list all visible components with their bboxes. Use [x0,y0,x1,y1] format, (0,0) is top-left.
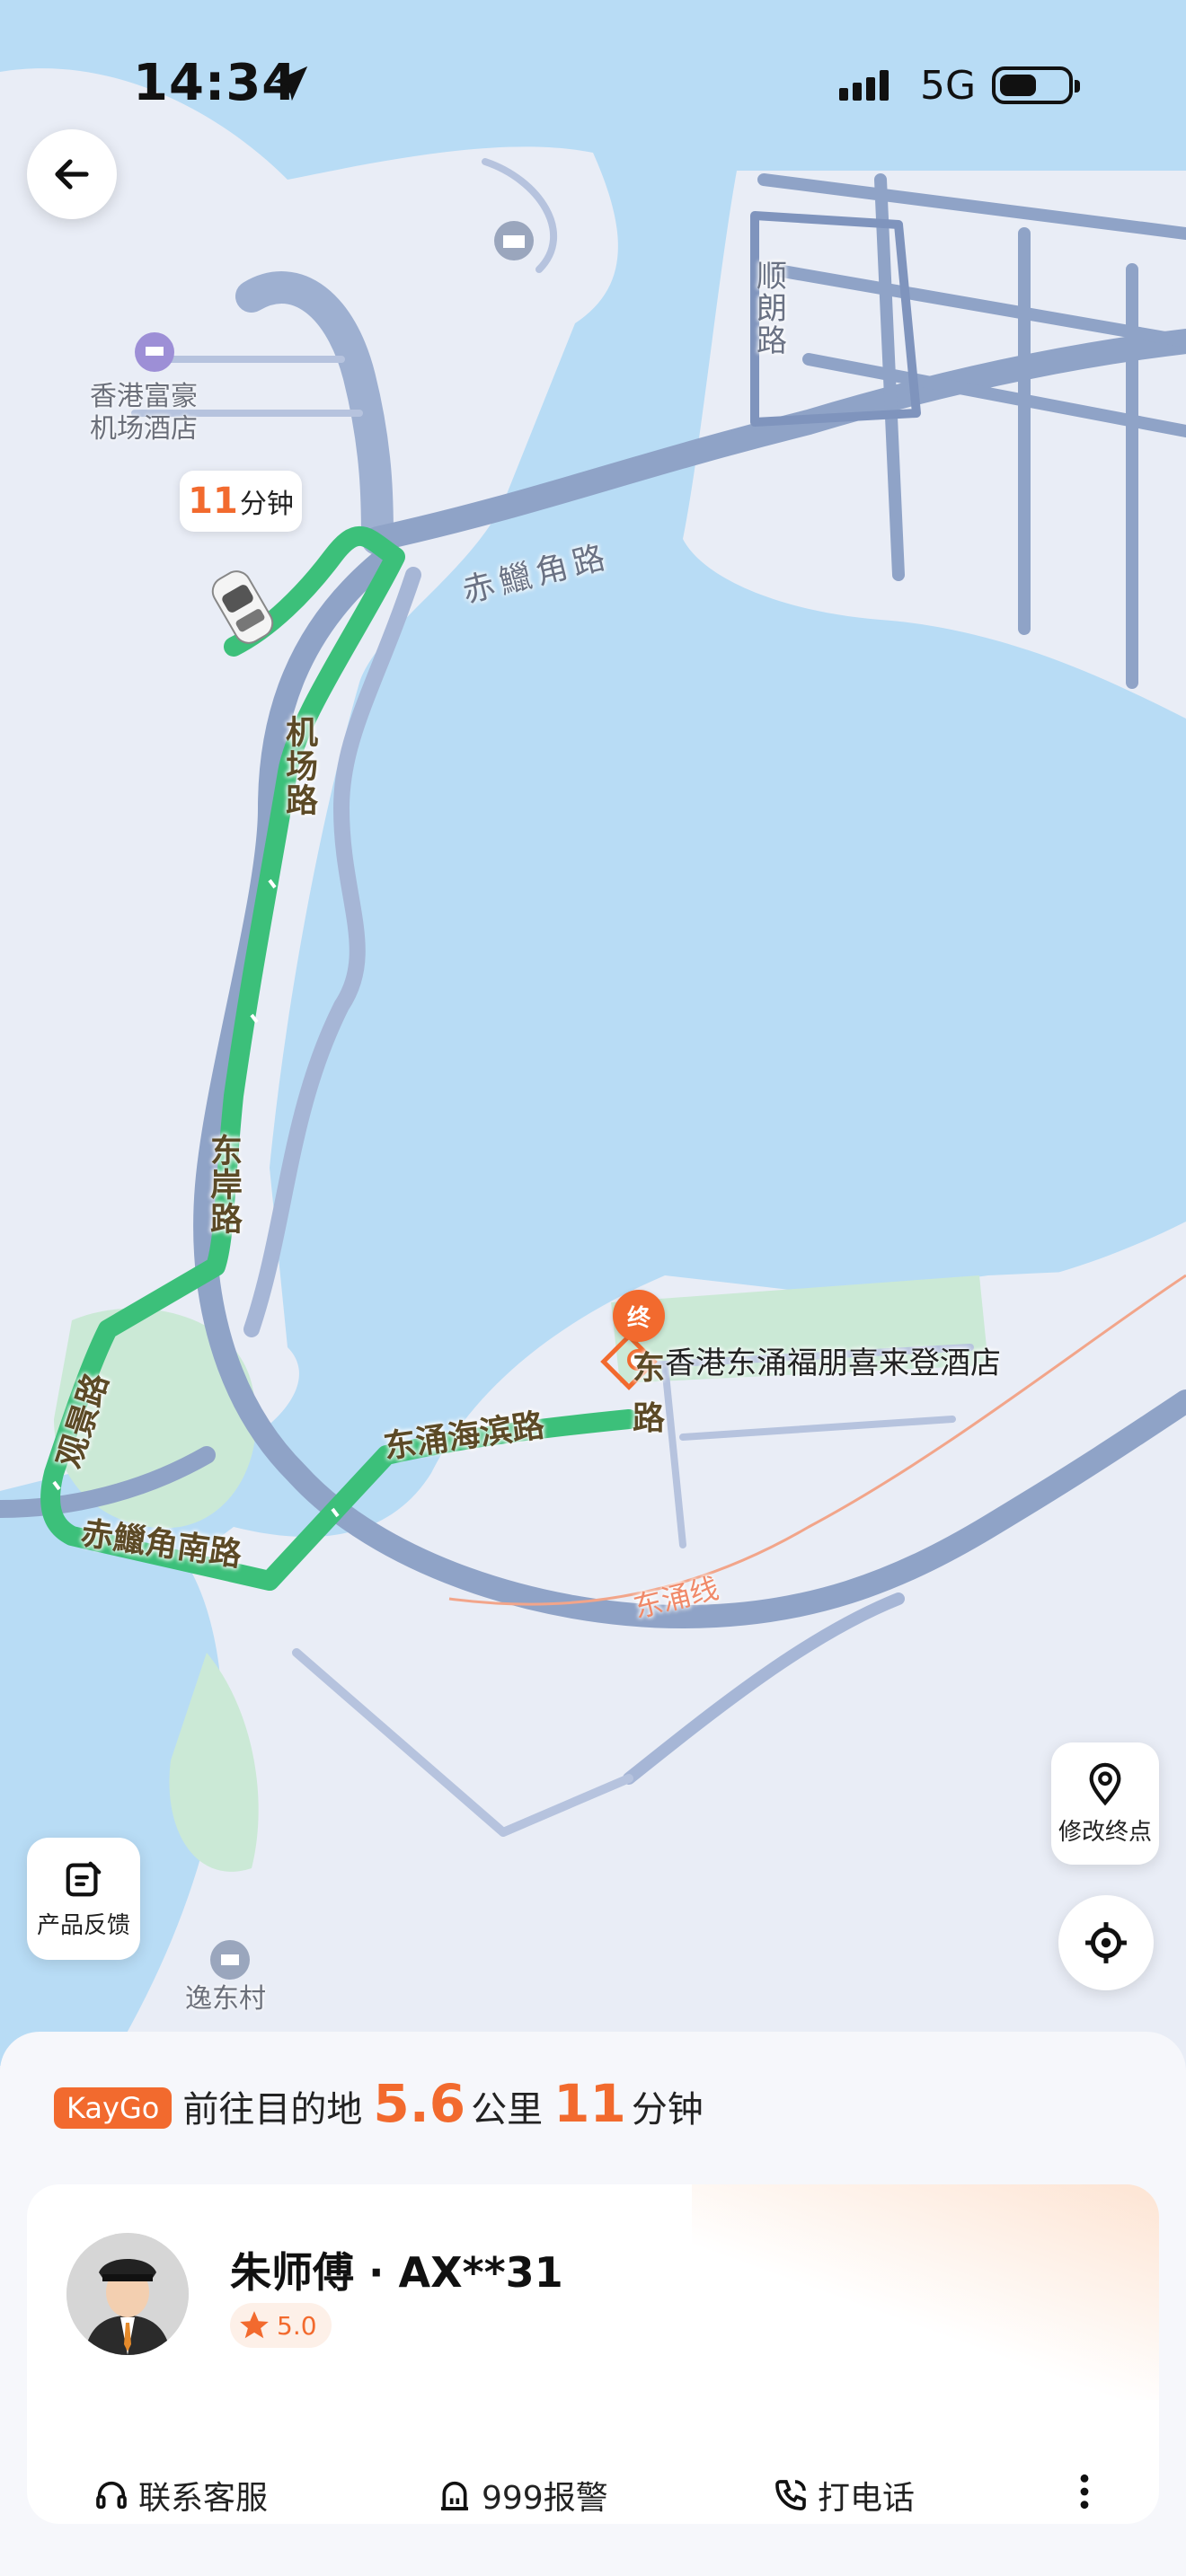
brand-badge: KayGo [54,2087,173,2129]
edit-destination-button[interactable]: 修改终点 [1051,1742,1159,1865]
signal-icon [839,70,889,101]
trip-prefix: 前往目的地 [182,2089,363,2130]
headset-icon [96,2481,127,2510]
more-vertical-icon [1080,2474,1089,2510]
customer-service-button[interactable]: 联系客服 [93,2472,268,2519]
edit-destination-label: 修改终点 [1058,1818,1152,1846]
road-label-airport-road: 机场路 [280,715,317,817]
place-label-yat-tung-estate: 逸东村 [185,1983,266,2015]
feedback-label: 产品反馈 [36,1911,130,1939]
trip-summary: KayGo 前往目的地 5.6 公里 11 分钟 [54,2073,704,2134]
driver-rating-value: 5.0 [277,2310,317,2341]
battery-icon [992,66,1080,104]
customer-service-label: 联系客服 [138,2480,269,2517]
back-arrow-icon [55,159,89,190]
map-canvas[interactable] [0,0,1186,2066]
destination-name: 香港东涌福朋喜来登酒店 [665,1345,1001,1381]
road-label-east-coast-road: 东岸路 [205,1134,242,1236]
driver-card: 朱师傅 · AX**31 5.0 联系客服 999报警 打电话 [27,2184,1159,2524]
trip-duration-unit: 分钟 [631,2089,704,2130]
driver-avatar[interactable] [66,2233,189,2355]
driver-name-plate: 朱师傅 · AX**31 [230,2248,563,2297]
destination-pin[interactable]: 终 [613,1290,665,1342]
driver-rating: 5.0 [230,2303,332,2348]
trip-duration: 11 [553,2073,626,2134]
map-pin-icon [1089,1762,1121,1805]
location-arrow-icon [272,66,308,101]
phone-icon [775,2480,806,2510]
trip-panel: KayGo 前往目的地 5.6 公里 11 分钟 朱师傅 · AX**31 5.… [0,2032,1186,2576]
feedback-button[interactable]: 产品反馈 [27,1838,140,1960]
status-bar: 14:34 5G [0,0,1186,171]
place-label-regal-airport-hotel: 香港富豪 机场酒店 [90,381,198,445]
trip-distance-unit: 公里 [471,2089,544,2130]
back-button[interactable] [27,129,117,219]
network-type: 5G [920,63,977,109]
trip-distance: 5.6 [373,2073,466,2134]
police-icon [441,2481,468,2510]
eta-bubble-unit: 分钟 [239,489,294,520]
eta-bubble: 11 分钟 [180,471,302,532]
feedback-edit-icon [66,1861,102,1896]
call-label: 打电话 [818,2480,916,2517]
eta-bubble-minutes: 11 [188,481,238,522]
star-icon [240,2311,269,2339]
road-label-fu-tung-road: 东 路 [633,1350,666,1437]
call-button[interactable]: 打电话 [773,2472,915,2519]
driver-avatar-icon [66,2233,189,2355]
police-button[interactable]: 999报警 [437,2472,608,2519]
police-label: 999报警 [482,2480,608,2517]
crosshair-icon [1085,1922,1127,1963]
road-label-shun-tak-road: 顺 朗 路 [757,259,787,359]
more-options-button[interactable] [1071,2472,1098,2511]
locate-me-button[interactable] [1058,1895,1154,1990]
